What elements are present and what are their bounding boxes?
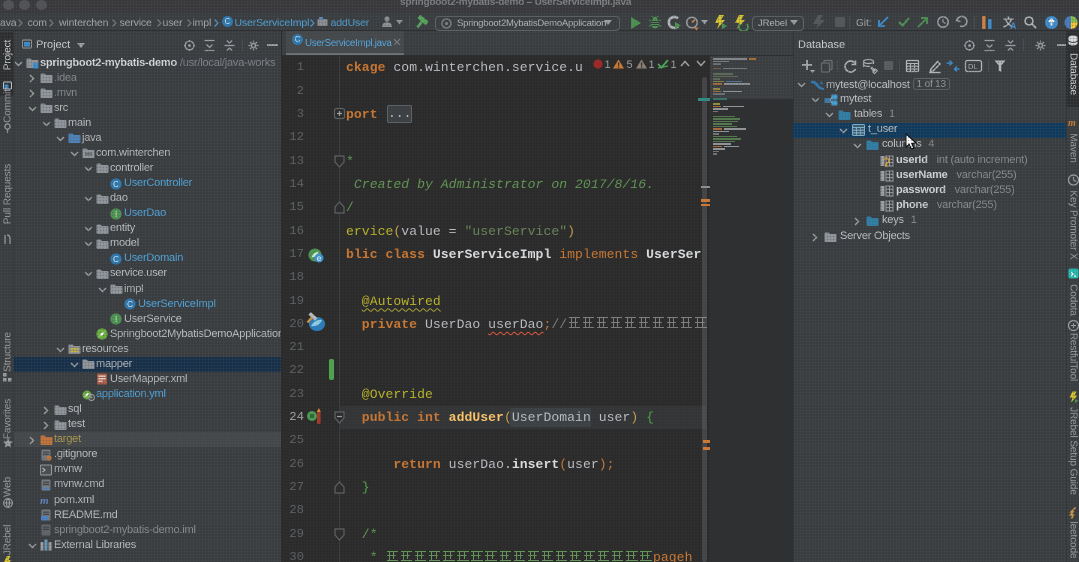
svg-text:C: C <box>127 299 133 309</box>
svg-text:m: m <box>1068 118 1076 129</box>
svg-text:C: C <box>224 17 230 26</box>
svg-text:m: m <box>40 495 49 507</box>
svg-text:DL: DL <box>968 62 978 71</box>
svg-text:C: C <box>295 35 301 44</box>
svg-text:I: I <box>115 209 117 219</box>
svg-text:e: e <box>317 254 322 263</box>
svg-text:I: I <box>115 314 117 324</box>
svg-text:C: C <box>113 254 119 264</box>
svg-text:C: C <box>113 179 119 189</box>
